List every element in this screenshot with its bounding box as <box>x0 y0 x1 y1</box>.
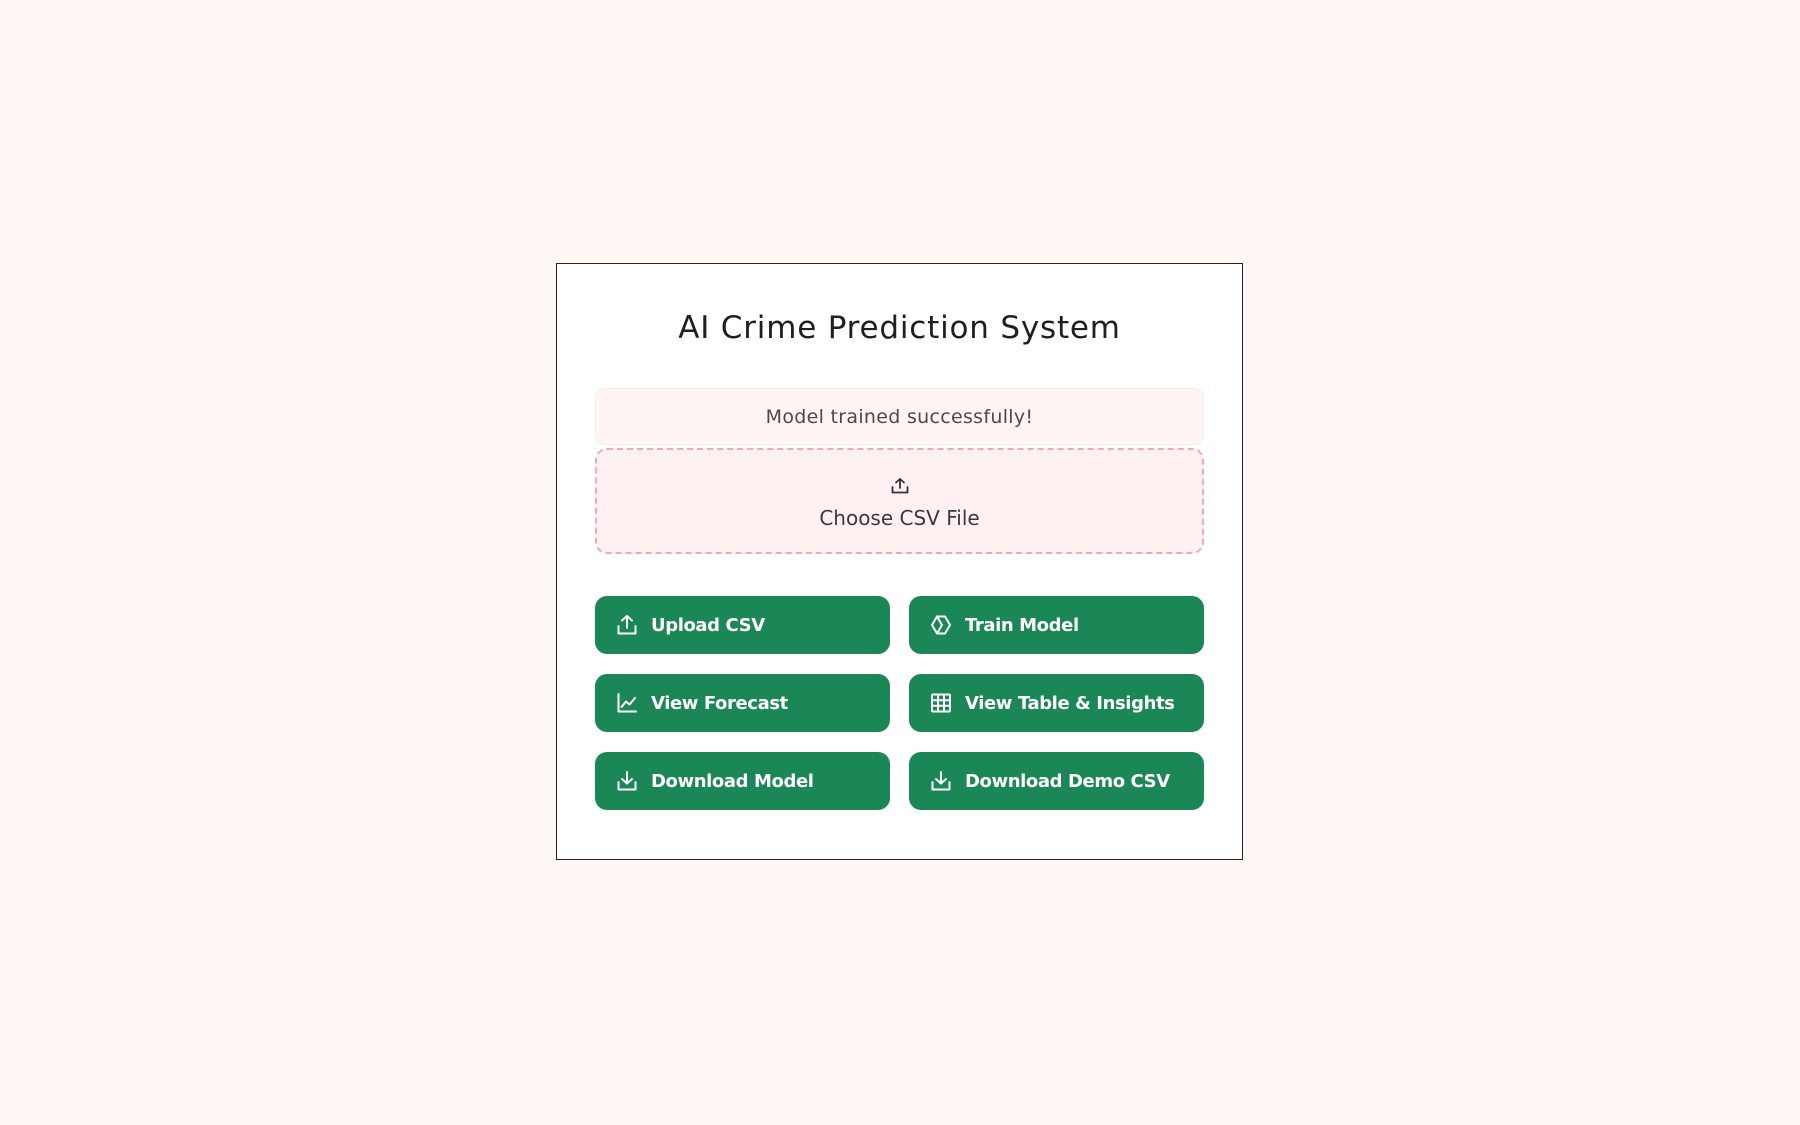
page-title: AI Crime Prediction System <box>678 310 1121 346</box>
view-forecast-button[interactable]: View Forecast <box>595 674 890 732</box>
hexagon-icon <box>929 613 953 637</box>
table-icon <box>929 691 953 715</box>
download-model-label: Download Model <box>651 770 814 792</box>
upload-csv-button[interactable]: Upload CSV <box>595 596 890 654</box>
choose-csv-file-label: Choose CSV File <box>819 506 980 530</box>
download-icon <box>615 769 639 793</box>
upload-csv-label: Upload CSV <box>651 614 765 636</box>
download-icon <box>929 769 953 793</box>
download-demo-csv-button[interactable]: Download Demo CSV <box>909 752 1204 810</box>
status-message: Model trained successfully! <box>595 388 1204 445</box>
upload-icon <box>615 613 639 637</box>
line-chart-icon <box>615 691 639 715</box>
page: AI Crime Prediction System Model trained… <box>0 0 1800 1125</box>
view-table-insights-button[interactable]: View Table & Insights <box>909 674 1204 732</box>
train-model-button[interactable]: Train Model <box>909 596 1204 654</box>
view-table-insights-label: View Table & Insights <box>965 692 1175 714</box>
main-card: AI Crime Prediction System Model trained… <box>556 263 1243 860</box>
csv-file-dropzone[interactable]: Choose CSV File <box>595 448 1204 554</box>
download-demo-csv-label: Download Demo CSV <box>965 770 1170 792</box>
action-buttons: Upload CSV Train Model View Forecast Vie… <box>595 596 1204 810</box>
upload-icon <box>890 477 910 495</box>
view-forecast-label: View Forecast <box>651 692 788 714</box>
train-model-label: Train Model <box>965 614 1079 636</box>
download-model-button[interactable]: Download Model <box>595 752 890 810</box>
